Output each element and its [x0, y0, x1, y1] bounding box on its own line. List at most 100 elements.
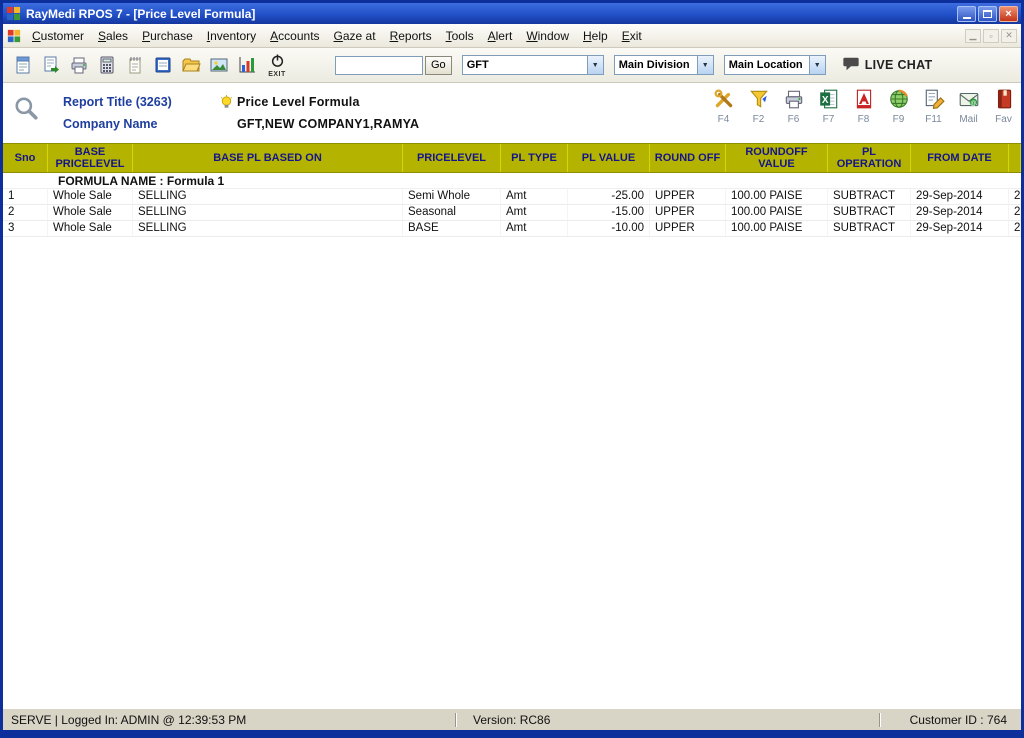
menu-bar: CustomerSalesPurchaseInventoryAccountsGa…	[3, 24, 1021, 48]
column-header-pl-operation[interactable]: PL OPERATION	[828, 144, 911, 172]
table-cell: BASE	[403, 221, 501, 236]
function-key-bar: F4F2F6XF7 F8 F9 F11 @MailFav	[706, 88, 1021, 125]
calculator-icon[interactable]	[93, 51, 121, 79]
table-cell: Semi Whole	[403, 189, 501, 204]
exit-label: EXIT	[268, 71, 286, 78]
report-meta: Report Title (3263) Price Level Formula …	[63, 89, 419, 143]
column-header-round-off[interactable]: ROUND OFF	[650, 144, 726, 172]
company-name-value: GFT,NEW COMPANY1,RAMYA	[237, 117, 419, 131]
report-icon[interactable]	[9, 51, 37, 79]
chevron-down-icon: ▼	[809, 56, 825, 74]
minimize-button[interactable]	[957, 6, 976, 22]
chart-icon[interactable]	[233, 51, 261, 79]
column-header-base-pricelevel[interactable]: BASE PRICELEVEL	[48, 144, 133, 172]
exit-button[interactable]: EXIT	[261, 53, 293, 78]
menu-purchase[interactable]: Purchase	[135, 26, 200, 46]
ledger-icon[interactable]	[149, 51, 177, 79]
function-f9-button[interactable]: F9	[881, 88, 916, 125]
table-cell: 100.00 PAISE	[726, 205, 828, 220]
menu-exit[interactable]: Exit	[615, 26, 649, 46]
mdi-minimize-button[interactable]: ▁	[965, 29, 981, 43]
table-cell: -10.00	[568, 221, 650, 236]
app-window: RayMedi RPOS 7 - [Price Level Formula] ×…	[0, 0, 1024, 738]
table-cell: Whole Sale	[48, 205, 133, 220]
mdi-restore-button[interactable]: ▫	[983, 29, 999, 43]
table-row[interactable]: 3Whole SaleSELLINGBASEAmt-10.00UPPER100.…	[3, 221, 1021, 237]
menu-window[interactable]: Window	[519, 26, 576, 46]
formula-group-label: FORMULA NAME : Formula 1	[58, 174, 224, 188]
table-cell: SELLING	[133, 205, 403, 220]
column-header-pricelevel[interactable]: PRICELEVEL	[403, 144, 501, 172]
go-button[interactable]: Go	[425, 56, 452, 75]
function-f8-button[interactable]: F8	[846, 88, 881, 125]
menu-alert[interactable]: Alert	[481, 26, 520, 46]
table-row[interactable]: 1Whole SaleSELLINGSemi WholeAmt-25.00UPP…	[3, 189, 1021, 205]
function-f7-button[interactable]: XF7	[811, 88, 846, 125]
table-cell: 100.00 PAISE	[726, 189, 828, 204]
function-fav-button[interactable]: Fav	[986, 88, 1021, 125]
notepad-icon[interactable]	[121, 51, 149, 79]
function-f8-label: F8	[858, 114, 870, 125]
status-separator	[455, 713, 457, 727]
menu-sales[interactable]: Sales	[91, 26, 135, 46]
function-f6-button[interactable]: F6	[776, 88, 811, 125]
search-input[interactable]	[335, 56, 423, 75]
function-mail-button[interactable]: @Mail	[951, 88, 986, 125]
function-f4-button[interactable]: F4	[706, 88, 741, 125]
table-cell: Whole Sale	[48, 189, 133, 204]
mdi-window-controls: ▁ ▫ ✕	[965, 29, 1017, 43]
excel-icon: X	[818, 88, 840, 113]
table-cell: UPPER	[650, 205, 726, 220]
toolbar-icons	[9, 51, 261, 79]
menu-inventory[interactable]: Inventory	[200, 26, 263, 46]
function-f11-button[interactable]: F11	[916, 88, 951, 125]
column-header-roundoff-value[interactable]: ROUNDOFF VALUE	[726, 144, 828, 172]
table-cell: 29	[1009, 221, 1021, 236]
chat-bubble-icon	[842, 55, 860, 76]
function-mail-label: Mail	[959, 114, 977, 125]
function-f9-label: F9	[893, 114, 905, 125]
search-icon	[13, 95, 39, 143]
column-header-base-pl-based-on[interactable]: BASE PL BASED ON	[133, 144, 403, 172]
menu-gaze-at[interactable]: Gaze at	[327, 26, 383, 46]
export-icon[interactable]	[37, 51, 65, 79]
menu-accounts[interactable]: Accounts	[263, 26, 326, 46]
column-header-clipped[interactable]	[1009, 144, 1021, 172]
table-cell: Amt	[501, 221, 568, 236]
table-cell: 29-Sep-2014	[911, 205, 1009, 220]
report-title-label: Report Title (3263)	[63, 95, 215, 109]
table-row[interactable]: 2Whole SaleSELLINGSeasonalAmt-15.00UPPER…	[3, 205, 1021, 221]
window-controls: ×	[957, 6, 1018, 22]
menu-reports[interactable]: Reports	[383, 26, 439, 46]
status-version: Version: RC86	[473, 713, 550, 727]
division-select[interactable]: Main Division ▼	[614, 55, 714, 75]
table-cell: Amt	[501, 189, 568, 204]
bulb-icon	[215, 95, 237, 110]
toolbar: EXIT Go GFT ▼ Main Division ▼ Main Locat…	[3, 48, 1021, 83]
column-header-sno[interactable]: Sno	[3, 144, 48, 172]
app-logo-icon	[6, 6, 21, 21]
location-select[interactable]: Main Location ▼	[724, 55, 826, 75]
company-select[interactable]: GFT ▼	[462, 55, 604, 75]
folder-icon[interactable]	[177, 51, 205, 79]
function-f11-label: F11	[925, 114, 942, 125]
image-icon[interactable]	[205, 51, 233, 79]
restore-button[interactable]	[978, 6, 997, 22]
printer-icon[interactable]	[65, 51, 93, 79]
column-header-pl-type[interactable]: PL TYPE	[501, 144, 568, 172]
menu-help[interactable]: Help	[576, 26, 615, 46]
company-name-label: Company Name	[63, 117, 215, 131]
table-cell: Amt	[501, 205, 568, 220]
function-f2-button[interactable]: F2	[741, 88, 776, 125]
column-header-pl-value[interactable]: PL VALUE	[568, 144, 650, 172]
live-chat-button[interactable]: LIVE CHAT	[842, 55, 933, 76]
mdi-close-button[interactable]: ✕	[1001, 29, 1017, 43]
column-header-from-date[interactable]: FROM DATE	[911, 144, 1009, 172]
company-select-value: GFT	[467, 59, 585, 71]
menu-customer[interactable]: Customer	[25, 26, 91, 46]
edit-icon	[923, 88, 945, 113]
close-button[interactable]: ×	[999, 6, 1018, 22]
table-cell: Whole Sale	[48, 221, 133, 236]
menu-tools[interactable]: Tools	[439, 26, 481, 46]
table-cell: Seasonal	[403, 205, 501, 220]
